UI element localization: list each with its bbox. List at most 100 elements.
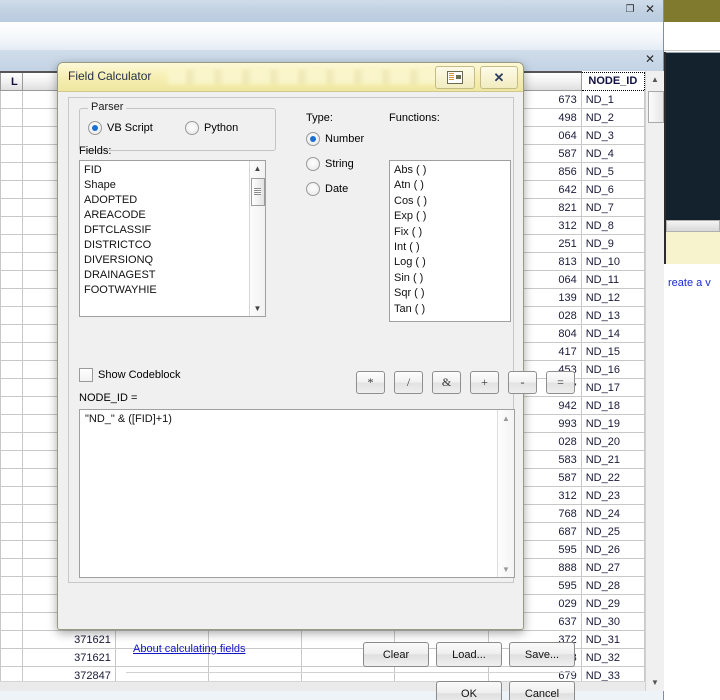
radio-vbscript-icon[interactable] xyxy=(88,121,102,135)
save-button[interactable]: Save... xyxy=(509,642,575,667)
fields-list-item[interactable]: DISTRICTCO xyxy=(84,238,265,253)
cell-select[interactable] xyxy=(0,180,23,199)
operator-minus-button[interactable]: - xyxy=(508,371,537,394)
fields-listbox[interactable]: FID Shape ADOPTED AREACODE DFTCLASSIF DISTRIC… xyxy=(79,160,266,317)
cell-node-id[interactable]: ND_5 xyxy=(580,162,645,181)
cell-select[interactable] xyxy=(0,144,23,163)
cell-select[interactable] xyxy=(0,126,23,145)
cell-select[interactable] xyxy=(0,198,23,217)
table-vertical-scrollbar[interactable]: ▲ ▼ xyxy=(645,71,664,691)
cell-node-id[interactable]: ND_32 xyxy=(580,648,645,667)
cell-start[interactable]: 371621 xyxy=(21,648,116,667)
radio-python[interactable]: Python xyxy=(185,121,238,135)
cell-node-id[interactable]: ND_19 xyxy=(580,414,645,433)
cell-select[interactable] xyxy=(0,576,23,595)
fields-list-item[interactable]: DRAINAGEST xyxy=(84,268,265,283)
functions-list-item[interactable]: Exp ( ) xyxy=(394,209,510,224)
operator-multiply-button[interactable]: * xyxy=(356,371,385,394)
cell-node-id[interactable]: ND_6 xyxy=(580,180,645,199)
cell-node-id[interactable]: ND_1 xyxy=(580,90,645,109)
cell-node-id[interactable]: ND_7 xyxy=(580,198,645,217)
cell-select[interactable] xyxy=(0,504,23,523)
cell-select[interactable] xyxy=(0,324,23,343)
functions-list-item[interactable]: Fix ( ) xyxy=(394,225,510,240)
fields-list-item[interactable]: FOOTWAYHIE xyxy=(84,283,265,298)
functions-list-item[interactable]: Sin ( ) xyxy=(394,271,510,286)
table-close-icon[interactable]: ✕ xyxy=(643,53,657,67)
cell-node-id[interactable]: ND_16 xyxy=(580,360,645,379)
cell-select[interactable] xyxy=(0,486,23,505)
functions-list-item[interactable]: Cos ( ) xyxy=(394,194,510,209)
cell-select[interactable] xyxy=(0,432,23,451)
fields-list-item[interactable]: ADOPTED xyxy=(84,193,265,208)
column-header-l[interactable]: L xyxy=(0,71,23,91)
cell-select[interactable] xyxy=(0,450,23,469)
cell-select[interactable] xyxy=(0,378,23,397)
radio-vbscript[interactable]: VB Script xyxy=(88,121,153,135)
operator-divide-button[interactable]: / xyxy=(394,371,423,394)
cell-node-id[interactable]: ND_21 xyxy=(580,450,645,469)
cell-select[interactable] xyxy=(0,558,23,577)
expression-scroll-up-arrow-icon[interactable]: ▲ xyxy=(498,410,514,426)
cell-select[interactable] xyxy=(0,468,23,487)
cell-node-id[interactable]: ND_12 xyxy=(580,288,645,307)
fields-list-item[interactable]: FID xyxy=(84,163,265,178)
cell-select[interactable] xyxy=(0,306,23,325)
cell-node-id[interactable]: ND_10 xyxy=(580,252,645,271)
table-scroll-up-arrow-icon[interactable]: ▲ xyxy=(646,71,664,88)
radio-string-icon[interactable] xyxy=(306,157,320,171)
cell-select[interactable] xyxy=(0,216,23,235)
fields-list-item[interactable]: AREACODE xyxy=(84,208,265,223)
cell-select[interactable] xyxy=(0,414,23,433)
fields-scroll-up-arrow-icon[interactable]: ▲ xyxy=(250,161,265,176)
radio-number[interactable]: Number xyxy=(306,132,364,146)
cell-node-id[interactable]: ND_28 xyxy=(580,576,645,595)
cell-node-id[interactable]: ND_30 xyxy=(580,612,645,631)
clear-button[interactable]: Clear xyxy=(363,642,429,667)
cell-node-id[interactable]: ND_20 xyxy=(580,432,645,451)
functions-list-item[interactable]: Tan ( ) xyxy=(394,302,510,317)
cell-node-id[interactable]: ND_27 xyxy=(580,558,645,577)
cell-select[interactable] xyxy=(0,540,23,559)
table-scroll-down-arrow-icon[interactable]: ▼ xyxy=(646,674,664,691)
cell-node-id[interactable]: ND_17 xyxy=(580,378,645,397)
load-button[interactable]: Load... xyxy=(436,642,502,667)
cell-select[interactable] xyxy=(0,234,23,253)
cell-select[interactable] xyxy=(0,90,23,109)
functions-list-item[interactable]: Atn ( ) xyxy=(394,178,510,193)
show-codeblock-checkbox[interactable] xyxy=(79,368,93,382)
radio-python-icon[interactable] xyxy=(185,121,199,135)
cell-node-id[interactable]: ND_31 xyxy=(580,630,645,649)
cell-node-id[interactable]: ND_14 xyxy=(580,324,645,343)
cell-select[interactable] xyxy=(0,522,23,541)
expression-textarea[interactable]: "ND_" & ([FID]+1) ▲ ▼ xyxy=(79,409,515,578)
fields-list-item[interactable]: DIVERSIONQ xyxy=(84,253,265,268)
cell-start[interactable]: 371621 xyxy=(21,630,116,649)
functions-listbox[interactable]: Abs ( ) Atn ( ) Cos ( ) Exp ( ) Fix ( ) Int (… xyxy=(389,160,511,322)
cell-node-id[interactable]: ND_15 xyxy=(580,342,645,361)
cell-select[interactable] xyxy=(0,594,23,613)
ok-button[interactable]: OK xyxy=(436,681,502,700)
cell-node-id[interactable]: ND_13 xyxy=(580,306,645,325)
fields-scroll-down-arrow-icon[interactable]: ▼ xyxy=(250,301,265,316)
cell-node-id[interactable]: ND_4 xyxy=(580,144,645,163)
column-header-node-id[interactable]: NODE_ID xyxy=(580,71,645,91)
show-codeblock-row[interactable]: Show Codeblock xyxy=(79,368,181,382)
cell-node-id[interactable]: ND_11 xyxy=(580,270,645,289)
cell-select[interactable] xyxy=(0,612,23,631)
functions-list-item[interactable]: Log ( ) xyxy=(394,255,510,270)
cell-node-id[interactable]: ND_9 xyxy=(580,234,645,253)
fields-scroll-thumb[interactable] xyxy=(251,178,265,206)
dialog-titlebar[interactable]: Field Calculator ✕ xyxy=(58,63,523,92)
background-close-icon[interactable]: ✕ xyxy=(643,3,657,17)
radio-date-icon[interactable] xyxy=(306,182,320,196)
cancel-button[interactable]: Cancel xyxy=(509,681,575,700)
table-scroll-thumb[interactable] xyxy=(648,91,664,123)
cell-select[interactable] xyxy=(0,162,23,181)
cell-node-id[interactable]: ND_3 xyxy=(580,126,645,145)
about-calculating-fields-link[interactable]: About calculating fields xyxy=(133,643,246,655)
operator-concat-button[interactable]: & xyxy=(432,371,461,394)
cell-select[interactable] xyxy=(0,288,23,307)
cell-select[interactable] xyxy=(0,252,23,271)
cell-node-id[interactable]: ND_8 xyxy=(580,216,645,235)
